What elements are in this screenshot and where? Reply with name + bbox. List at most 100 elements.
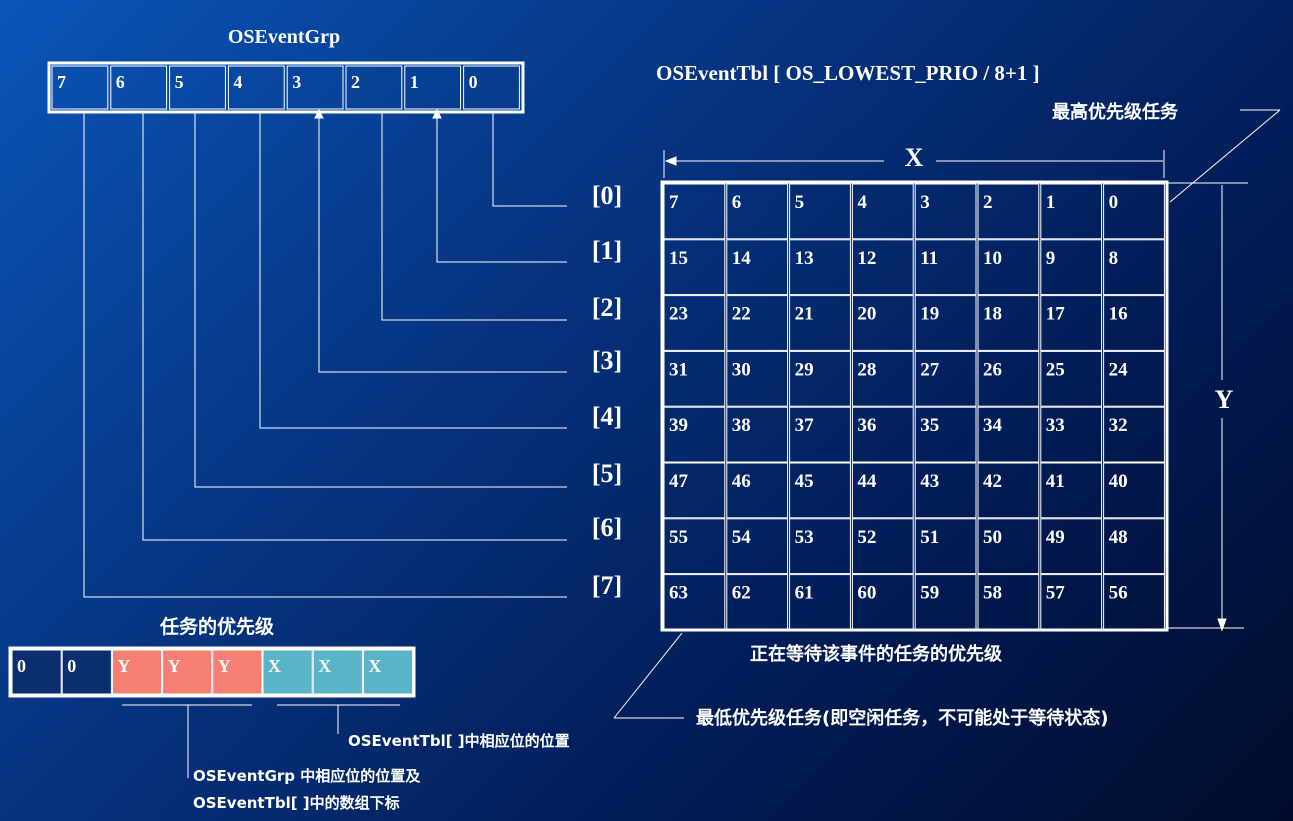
grp-bit-label: 7 — [57, 72, 66, 92]
tbl-cell-value: 30 — [732, 359, 751, 380]
osevent-tbl-grid: 7 6 5 4 3 2 1 015 14 13 12 11 10 9 823 22 21 20 19 18 17 1631… — [660, 180, 1169, 632]
row-index-label: [0] — [592, 181, 622, 210]
tbl-cell-value: 57 — [1046, 583, 1066, 604]
grp-bit-label: 5 — [175, 72, 184, 92]
tbl-cell-value: 17 — [1046, 304, 1066, 325]
grp-bit-connector — [492, 112, 567, 207]
task-priority-register: 0 0 Y Y Y X X X — [8, 646, 416, 698]
tbl-cell-value: 18 — [983, 304, 1002, 325]
tbl-cell-value: 4 — [857, 192, 867, 213]
tbl-cell-value: 28 — [857, 359, 876, 380]
tbl-cell-value: 59 — [920, 583, 939, 604]
tbl-cell-value: 32 — [1109, 415, 1128, 436]
grp-bit-connector — [381, 112, 567, 321]
tbl-cell-value: 19 — [920, 304, 939, 325]
tbl-cell-value: 23 — [669, 304, 688, 325]
tbl-cell-value: 51 — [920, 527, 939, 548]
tbl-cell-value: 41 — [1046, 471, 1065, 492]
row-index-labels: [0] [1] [2] [3] [4] [5] [6] [7] — [592, 181, 622, 600]
tbl-cell-value: 31 — [669, 359, 688, 380]
tbl-cell-value: 20 — [857, 304, 876, 325]
tbl-cell-value: 53 — [795, 527, 814, 548]
priority-bit-label: Y — [168, 656, 181, 676]
task-priority-title: 任务的优先级 — [159, 615, 274, 638]
x-dimension-label: X — [905, 143, 924, 172]
tbl-cell-value: 47 — [669, 471, 689, 492]
tbl-cell-value: 44 — [857, 471, 877, 492]
grp-bit-label: 2 — [351, 72, 360, 92]
grp-bit-connector — [436, 112, 567, 263]
x-bits-caption: OSEventTbl[ ]中相应位的位置 — [348, 732, 570, 750]
row-index-label: [4] — [592, 402, 622, 431]
tbl-cell-value: 25 — [1046, 359, 1065, 380]
priority-bit-label: 0 — [67, 656, 76, 676]
tbl-cell-value: 0 — [1109, 192, 1119, 213]
tbl-cell-value: 38 — [732, 415, 751, 436]
tbl-cell-value: 55 — [669, 527, 688, 548]
tbl-cell-value: 3 — [920, 192, 930, 213]
grp-bit-connector — [318, 112, 567, 373]
tbl-cell-value: 33 — [1046, 415, 1065, 436]
row-index-label: [2] — [592, 293, 622, 322]
tbl-cell-value: 12 — [857, 248, 876, 269]
tbl-cell-value: 46 — [732, 471, 751, 492]
osevent-grp-title: OSEventGrp — [228, 26, 340, 48]
tbl-cell-value: 14 — [732, 248, 752, 269]
tbl-cell-value: 43 — [920, 471, 939, 492]
tbl-cell-value: 52 — [857, 527, 876, 548]
tbl-cell-value: 10 — [983, 248, 1002, 269]
tbl-cell-value: 24 — [1109, 359, 1129, 380]
tbl-cell-value: 2 — [983, 192, 993, 213]
tbl-cell-value: 45 — [795, 471, 814, 492]
lowest-priority-label: 最低优先级任务(即空闲任务，不可能处于等待状态) — [696, 707, 1108, 729]
grp-to-row-connectors — [83, 108, 567, 598]
tbl-cell-value: 62 — [732, 583, 751, 604]
tbl-cell-value: 49 — [1046, 527, 1065, 548]
tbl-cell-value: 37 — [795, 415, 815, 436]
grp-bit-connector — [142, 112, 567, 541]
tbl-cell-value: 1 — [1046, 192, 1056, 213]
y-bits-caption-line2: OSEventTbl[ ]中的数组下标 — [193, 794, 400, 812]
tbl-cell-value: 13 — [795, 248, 814, 269]
highest-priority-label: 最高优先级任务 — [1052, 101, 1179, 123]
tbl-cell-value: 63 — [669, 583, 688, 604]
x-bits-bracket — [277, 704, 400, 734]
priority-bit-label: 0 — [17, 656, 26, 676]
grp-bit-connector — [83, 112, 567, 598]
tbl-cell-value: 42 — [983, 471, 1002, 492]
tbl-cell-value: 54 — [732, 527, 752, 548]
diagram-canvas: OSEventGrp 76543210 [0][1][2][3][4][5][6… — [8, 26, 1281, 812]
priority-bit-label: X — [318, 656, 331, 676]
grp-bit-connector — [194, 112, 567, 488]
tbl-cell-value: 8 — [1109, 248, 1119, 269]
tbl-cell-value: 15 — [669, 248, 688, 269]
tbl-cell-value: 7 — [669, 192, 679, 213]
tbl-cell-value: 35 — [920, 415, 939, 436]
y-dimension — [1168, 182, 1248, 632]
tbl-cell-value: 16 — [1109, 304, 1128, 325]
tbl-cell-value: 6 — [732, 192, 742, 213]
grp-bit-label: 4 — [233, 72, 242, 92]
tbl-cell-value: 58 — [983, 583, 1002, 604]
tbl-cell-value: 9 — [1046, 248, 1056, 269]
row-index-label: [7] — [592, 571, 622, 600]
tbl-cell-value: 21 — [795, 304, 814, 325]
row-index-label: [3] — [592, 346, 622, 375]
priority-bit-label: X — [368, 656, 381, 676]
tbl-cell-value: 36 — [857, 415, 876, 436]
tbl-cell-value: 60 — [857, 583, 876, 604]
grp-bit-label: 0 — [469, 72, 478, 92]
grp-bit-label: 6 — [116, 72, 125, 92]
tbl-cell-value: 39 — [669, 415, 688, 436]
tbl-cell-value: 61 — [795, 583, 814, 604]
row-index-label: [6] — [592, 513, 622, 542]
highest-priority-pointer — [1169, 109, 1281, 203]
tbl-cell-value: 48 — [1109, 527, 1128, 548]
priority-bit-label: Y — [218, 656, 231, 676]
grp-bit-label: 3 — [292, 72, 301, 92]
grp-bit-connector — [259, 112, 567, 429]
y-bits-caption-line1: OSEventGrp 中相应位的位置及 — [193, 767, 421, 785]
tbl-cell-value: 50 — [983, 527, 1002, 548]
osevent-tbl-title: OSEventTbl [ OS_LOWEST_PRIO / 8+1 ] — [656, 61, 1040, 85]
tbl-cell-value: 22 — [732, 304, 751, 325]
